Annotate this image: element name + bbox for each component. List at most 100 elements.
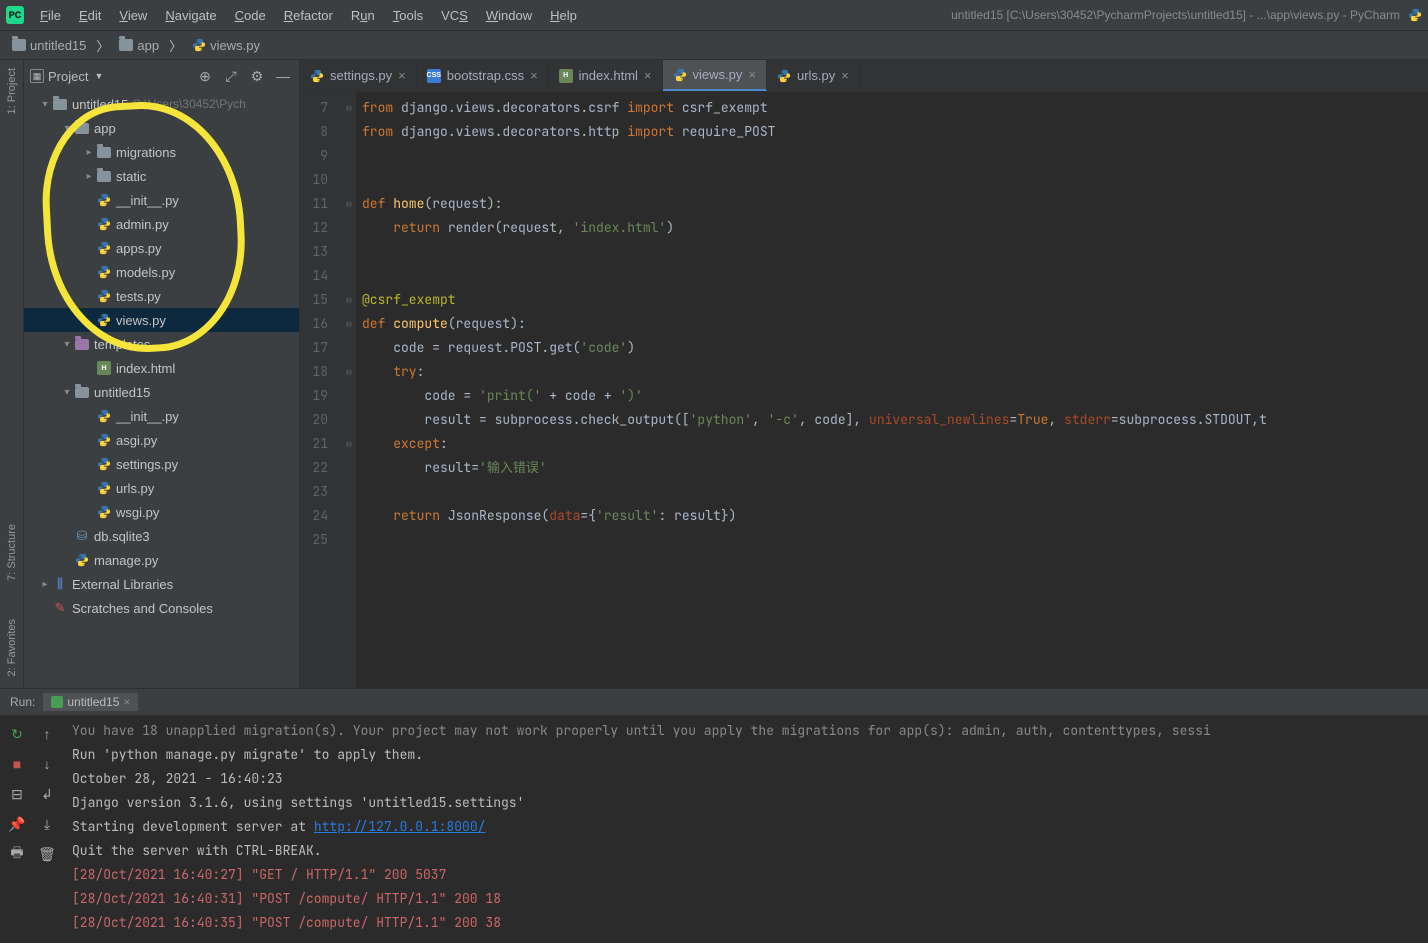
scroll-button[interactable]: ⤓	[32, 809, 62, 839]
collapse-button[interactable]: —	[273, 66, 293, 86]
project-tree[interactable]: ▾untitled15C:\Users\30452\Pych▾app▸migra…	[24, 92, 299, 688]
tree-row[interactable]: admin.py	[24, 212, 299, 236]
tool-tab-favorites[interactable]: 2: Favorites	[4, 615, 20, 680]
close-icon[interactable]: ×	[123, 695, 130, 709]
tree-row[interactable]: ▾untitled15	[24, 380, 299, 404]
python-icon	[192, 38, 206, 52]
window-title: untitled15 [C:\Users\30452\PycharmProjec…	[951, 8, 1406, 22]
tree-item-icon: ⛁	[74, 528, 90, 544]
menu-tools[interactable]: Tools	[385, 5, 431, 26]
close-icon[interactable]: ×	[644, 68, 652, 83]
close-icon[interactable]: ×	[530, 68, 538, 83]
expand-button[interactable]: ⤢	[221, 66, 241, 86]
softwrap-button[interactable]: ↲	[32, 779, 62, 809]
tree-row[interactable]: ▸⫼External Libraries	[24, 572, 299, 596]
tree-item-label: untitled15	[72, 97, 128, 112]
close-icon[interactable]: ×	[841, 68, 849, 83]
editor-tab[interactable]: urls.py×	[767, 60, 860, 91]
tree-arrow-icon[interactable]: ▸	[82, 171, 96, 182]
code-editor[interactable]: 78910111213141516171819202122232425 ⊟⊟⊟⊟…	[300, 92, 1428, 688]
tree-item-icon: ✎	[52, 600, 68, 616]
menu-vcs[interactable]: VCS	[433, 5, 476, 26]
breadcrumb-item[interactable]: untitled15	[6, 36, 92, 55]
tree-row[interactable]: asgi.py	[24, 428, 299, 452]
editor-tab[interactable]: views.py ×	[663, 60, 767, 91]
tree-row[interactable]: ⛁db.sqlite3	[24, 524, 299, 548]
folder-icon	[119, 39, 133, 51]
tree-item-icon	[96, 457, 112, 471]
tool-tab-structure[interactable]: 7: Structure	[4, 520, 20, 585]
tree-row[interactable]: wsgi.py	[24, 500, 299, 524]
tree-item-label: app	[94, 121, 116, 136]
clear-button[interactable]: 🗑	[32, 839, 62, 869]
menu-run[interactable]: Run	[343, 5, 383, 26]
menu-edit[interactable]: Edit	[71, 5, 109, 26]
editor-tab[interactable]: Hindex.html×	[549, 60, 663, 91]
tab-label: views.py	[693, 67, 743, 82]
breadcrumb-item[interactable]: views.py	[186, 36, 266, 55]
close-icon[interactable]: ×	[398, 68, 406, 83]
menu-window[interactable]: Window	[478, 5, 540, 26]
stop-button[interactable]: ■	[2, 749, 32, 779]
editor-tab[interactable]: CSSbootstrap.css×	[417, 60, 549, 91]
breadcrumb-label: views.py	[210, 38, 260, 53]
tree-row[interactable]: views.py	[24, 308, 299, 332]
tree-row[interactable]: tests.py	[24, 284, 299, 308]
tree-row[interactable]: Hindex.html	[24, 356, 299, 380]
tree-item-icon	[96, 433, 112, 447]
tree-item-icon	[96, 147, 112, 158]
up-button[interactable]: ↑	[32, 719, 62, 749]
code-content[interactable]: from django.views.decorators.csrf import…	[356, 92, 1428, 688]
tree-item-icon: H	[96, 361, 112, 375]
tree-row[interactable]: ▾templates	[24, 332, 299, 356]
tree-item-icon	[74, 339, 90, 350]
console-link[interactable]: http://127.0.0.1:8000/	[314, 818, 486, 835]
tree-row[interactable]: __init__.py	[24, 404, 299, 428]
tool-tab-project[interactable]: 1: Project	[4, 64, 20, 118]
rerun-button[interactable]: ↻	[2, 719, 32, 749]
tree-arrow-icon[interactable]: ▾	[38, 99, 52, 110]
tree-item-label: migrations	[116, 145, 176, 160]
run-toolbar: ↻ ↑ ■ ↓ ⊟ ↲ 📌 ⤓ 🖶 🗑	[0, 715, 64, 943]
tree-row[interactable]: apps.py	[24, 236, 299, 260]
tree-arrow-icon[interactable]: ▾	[60, 387, 74, 398]
chevron-down-icon: ▼	[94, 71, 103, 81]
menu-help[interactable]: Help	[542, 5, 585, 26]
layout-button[interactable]: ⊟	[2, 779, 32, 809]
tree-arrow-icon[interactable]: ▾	[60, 123, 74, 134]
tree-row[interactable]: ▸static	[24, 164, 299, 188]
tree-row[interactable]: models.py	[24, 260, 299, 284]
tree-row[interactable]: manage.py	[24, 548, 299, 572]
tree-arrow-icon[interactable]: ▸	[82, 147, 96, 158]
menu-refactor[interactable]: Refactor	[276, 5, 341, 26]
tree-item-label: admin.py	[116, 217, 169, 232]
project-header: ▦ Project ▼ ⊕ ⤢ ⚙ —	[24, 60, 299, 92]
tree-row[interactable]: ▾ app	[24, 116, 299, 140]
tree-arrow-icon[interactable]: ▸	[38, 579, 52, 590]
tree-row[interactable]: settings.py	[24, 452, 299, 476]
fold-column[interactable]: ⊟⊟⊟⊟⊟⊟	[342, 92, 356, 688]
menu-view[interactable]: View	[111, 5, 155, 26]
run-tab[interactable]: untitled15 ×	[43, 693, 138, 711]
tree-row[interactable]: ▾untitled15C:\Users\30452\Pych	[24, 92, 299, 116]
tree-row[interactable]: urls.py	[24, 476, 299, 500]
menu-file[interactable]: File	[32, 5, 69, 26]
settings-button[interactable]: ⚙	[247, 66, 267, 86]
menu-code[interactable]: Code	[227, 5, 274, 26]
menu-navigate[interactable]: Navigate	[157, 5, 224, 26]
tree-row[interactable]: __init__.py	[24, 188, 299, 212]
breadcrumb-item[interactable]: app	[113, 36, 165, 55]
print-button[interactable]: 🖶	[2, 839, 32, 869]
breadcrumb-label: app	[137, 38, 159, 53]
pin-button[interactable]: 📌	[2, 809, 32, 839]
editor-area: settings.py×CSSbootstrap.css×Hindex.html…	[300, 60, 1428, 688]
tree-arrow-icon[interactable]: ▾	[60, 339, 74, 350]
locate-button[interactable]: ⊕	[195, 66, 215, 86]
console-output[interactable]: You have 18 unapplied migration(s). Your…	[64, 715, 1428, 943]
tree-row[interactable]: ✎Scratches and Consoles	[24, 596, 299, 620]
editor-tab[interactable]: settings.py×	[300, 60, 417, 91]
down-button[interactable]: ↓	[32, 749, 62, 779]
tree-row[interactable]: ▸ migrations	[24, 140, 299, 164]
project-header-label[interactable]: ▦ Project ▼	[30, 69, 103, 84]
close-icon[interactable]: ×	[748, 67, 756, 82]
